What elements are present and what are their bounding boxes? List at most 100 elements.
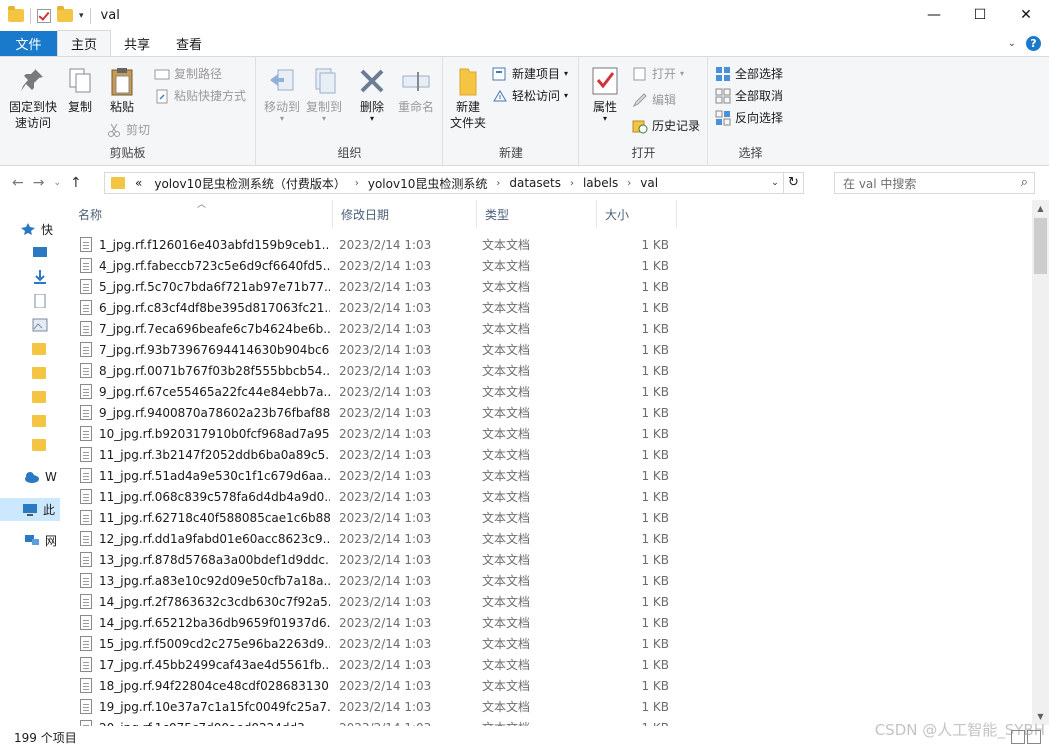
new-folder-button[interactable]: 新建 文件夹 bbox=[448, 65, 488, 131]
breadcrumb-separator-icon[interactable]: › bbox=[496, 178, 500, 189]
nav-item-desktop[interactable] bbox=[32, 243, 57, 263]
file-row[interactable]: 19_jpg.rf.10e37a7c1a15fc0049fc25a7... 202… bbox=[60, 696, 680, 717]
recent-locations-chevron-icon[interactable]: ⌄ bbox=[53, 178, 61, 188]
maximize-button[interactable]: ☐ bbox=[957, 0, 1003, 30]
nav-item-folder[interactable] bbox=[32, 339, 55, 359]
nav-item-quick-access[interactable]: 快 bbox=[20, 219, 53, 239]
refresh-icon[interactable]: ↻ bbox=[783, 173, 803, 193]
new-item-icon bbox=[492, 66, 508, 82]
file-name: 17_jpg.rf.45bb2499caf43ae4d5561fb... bbox=[99, 657, 330, 672]
minimize-button[interactable]: — bbox=[911, 0, 957, 30]
scroll-up-arrow-icon[interactable]: ▲ bbox=[1032, 200, 1049, 217]
file-row[interactable]: 14_jpg.rf.65212ba36db9659f01937d6... 2023… bbox=[60, 612, 680, 633]
back-arrow-icon[interactable]: ← bbox=[12, 175, 24, 191]
column-name[interactable]: ︿ 名称 bbox=[60, 200, 333, 228]
file-row[interactable]: 7_jpg.rf.93b73967694414630b904bc6... 2023… bbox=[60, 339, 680, 360]
nav-item-pictures[interactable] bbox=[32, 315, 57, 335]
file-row[interactable]: 12_jpg.rf.dd1a9fabd01e60acc8623c9... 2023… bbox=[60, 528, 680, 549]
file-row[interactable]: 5_jpg.rf.5c70c7bda6f721ab97e71b77... 2023… bbox=[60, 276, 680, 297]
easy-access-button[interactable]: 轻松访问 ▾ bbox=[492, 87, 568, 104]
breadcrumb-item[interactable]: yolov10昆虫检测系统（付费版本） bbox=[154, 175, 346, 192]
file-row[interactable]: 7_jpg.rf.7eca696beafe6c7b4624be6b... 2023… bbox=[60, 318, 680, 339]
file-row[interactable]: 11_jpg.rf.3b2147f2052ddb6ba0a89c5... 2023… bbox=[60, 444, 680, 465]
breadcrumb-separator-icon[interactable]: › bbox=[570, 178, 574, 189]
invert-selection-button[interactable]: 反向选择 bbox=[715, 109, 783, 126]
file-row[interactable]: 1_jpg.rf.f126016e403abfd159b9ceb1... 2023… bbox=[60, 234, 680, 255]
delete-button[interactable]: 删除 ▾ bbox=[355, 65, 389, 123]
file-row[interactable]: 10_jpg.rf.b920317910b0fcf968ad7a95... 202… bbox=[60, 423, 680, 444]
cut-button[interactable]: 剪切 bbox=[106, 121, 150, 138]
file-row[interactable]: 9_jpg.rf.67ce55465a22fc44e84ebb7a... 2023… bbox=[60, 381, 680, 402]
file-row[interactable]: 13_jpg.rf.878d5768a3a00bdef1d9ddc... 2023… bbox=[60, 549, 680, 570]
breadcrumb-overflow[interactable]: « bbox=[135, 176, 142, 190]
nav-item-documents[interactable] bbox=[32, 291, 57, 311]
file-name-cell: 9_jpg.rf.67ce55465a22fc44e84ebb7a... bbox=[80, 381, 330, 402]
tab-file[interactable]: 文件 bbox=[0, 31, 57, 56]
up-arrow-icon[interactable]: ↑ bbox=[70, 175, 82, 191]
search-input[interactable]: 在 val 中搜索 ⌕ bbox=[834, 172, 1035, 194]
search-icon[interactable]: ⌕ bbox=[1021, 175, 1028, 190]
breadcrumb-item[interactable]: labels bbox=[583, 176, 618, 190]
nav-item-downloads[interactable] bbox=[32, 267, 57, 287]
edit-button[interactable]: 编辑 bbox=[632, 91, 676, 108]
nav-item-this-pc[interactable]: 此 bbox=[0, 498, 60, 521]
file-row[interactable]: 17_jpg.rf.45bb2499caf43ae4d5561fb... 2023… bbox=[60, 654, 680, 675]
folder-icon bbox=[32, 391, 46, 403]
address-bar[interactable]: « yolov10昆虫检测系统（付费版本） › yolov10昆虫检测系统 › … bbox=[104, 172, 804, 194]
vertical-scrollbar[interactable]: ▲ ▼ bbox=[1032, 200, 1049, 725]
file-row[interactable]: 6_jpg.rf.c83cf4df8be395d817063fc21... 202… bbox=[60, 297, 680, 318]
new-item-button[interactable]: 新建项目 ▾ bbox=[492, 65, 568, 82]
copy-button[interactable]: 复制 bbox=[62, 65, 98, 115]
nav-item-network[interactable]: 网 bbox=[24, 530, 57, 550]
expand-ribbon-chevron-icon[interactable]: ⌄ bbox=[1008, 38, 1016, 49]
column-date[interactable]: 修改日期 bbox=[333, 200, 477, 228]
customize-quick-access-chevron-icon[interactable]: ▾ bbox=[79, 11, 84, 21]
column-size[interactable]: 大小 bbox=[597, 200, 677, 228]
tab-home[interactable]: 主页 bbox=[57, 30, 112, 56]
file-row[interactable]: 11_jpg.rf.51ad4a9e530c1f1c679d6aa... 2023… bbox=[60, 465, 680, 486]
tab-share[interactable]: 共享 bbox=[111, 31, 163, 56]
file-row[interactable]: 15_jpg.rf.f5009cd2c275e96ba2263d9... 2023… bbox=[60, 633, 680, 654]
properties-quick-icon[interactable] bbox=[37, 8, 51, 23]
nav-item-onedrive[interactable]: W bbox=[24, 467, 57, 487]
breadcrumb-item[interactable]: yolov10昆虫检测系统 bbox=[368, 175, 488, 192]
file-row[interactable]: 11_jpg.rf.62718c40f588085cae1c6b88... 202… bbox=[60, 507, 680, 528]
file-row[interactable]: 11_jpg.rf.068c839c578fa6d4db4a9d0... 2023… bbox=[60, 486, 680, 507]
help-icon[interactable]: ? bbox=[1026, 36, 1041, 51]
scrollbar-thumb[interactable] bbox=[1034, 218, 1047, 274]
close-button[interactable]: ✕ bbox=[1003, 0, 1049, 30]
nav-item-folder[interactable] bbox=[32, 363, 55, 383]
large-icons-view-icon[interactable] bbox=[1027, 730, 1041, 744]
breadcrumb-separator-icon[interactable]: › bbox=[355, 178, 359, 189]
file-row[interactable]: 4_jpg.rf.fabeccb723c5e6d9cf6640fd5... 202… bbox=[60, 255, 680, 276]
column-type[interactable]: 类型 bbox=[477, 200, 597, 228]
pin-to-quick-access-button[interactable]: 固定到快 速访问 bbox=[6, 65, 60, 131]
select-all-button[interactable]: 全部选择 bbox=[715, 65, 783, 82]
properties-button[interactable]: 属性 ▾ bbox=[586, 65, 624, 123]
nav-item-folder[interactable] bbox=[32, 387, 55, 407]
breadcrumb-item[interactable]: datasets bbox=[509, 176, 561, 190]
file-row[interactable]: 8_jpg.rf.0071b767f03b28f555bbcb54... 2023… bbox=[60, 360, 680, 381]
file-row[interactable]: 14_jpg.rf.2f7863632c3cdb630c7f92a5... 202… bbox=[60, 591, 680, 612]
copy-path-button[interactable]: 复制路径 bbox=[154, 65, 222, 82]
paste-shortcut-button[interactable]: 粘贴快捷方式 bbox=[154, 87, 246, 104]
forward-arrow-icon[interactable]: → bbox=[33, 175, 45, 191]
address-dropdown-chevron-icon[interactable]: ⌄ bbox=[767, 178, 783, 188]
rename-button[interactable]: 重命名 bbox=[395, 65, 437, 115]
breadcrumb-item[interactable]: val bbox=[640, 176, 658, 190]
file-row[interactable]: 18_jpg.rf.94f22804ce48cdf028683130... 202… bbox=[60, 675, 680, 696]
move-to-button[interactable]: 移动到 ▾ bbox=[261, 65, 303, 123]
breadcrumb-separator-icon[interactable]: › bbox=[627, 178, 631, 189]
file-row[interactable]: 9_jpg.rf.9400870a78602a23b76fbaf88... 202… bbox=[60, 402, 680, 423]
select-none-button[interactable]: 全部取消 bbox=[715, 87, 783, 104]
paste-button[interactable]: 粘贴 bbox=[102, 65, 142, 115]
copy-to-button[interactable]: 复制到 ▾ bbox=[303, 65, 345, 123]
open-button[interactable]: 打开 ▾ bbox=[632, 65, 684, 82]
new-folder-quick-icon[interactable] bbox=[57, 6, 73, 22]
tab-view[interactable]: 查看 bbox=[163, 31, 215, 56]
details-view-icon[interactable] bbox=[1011, 730, 1025, 744]
nav-item-folder[interactable] bbox=[32, 411, 55, 431]
nav-item-folder[interactable] bbox=[32, 435, 55, 455]
history-button[interactable]: 历史记录 bbox=[632, 117, 700, 134]
file-row[interactable]: 13_jpg.rf.a83e10c92d09e50cfb7a18a... 2023… bbox=[60, 570, 680, 591]
